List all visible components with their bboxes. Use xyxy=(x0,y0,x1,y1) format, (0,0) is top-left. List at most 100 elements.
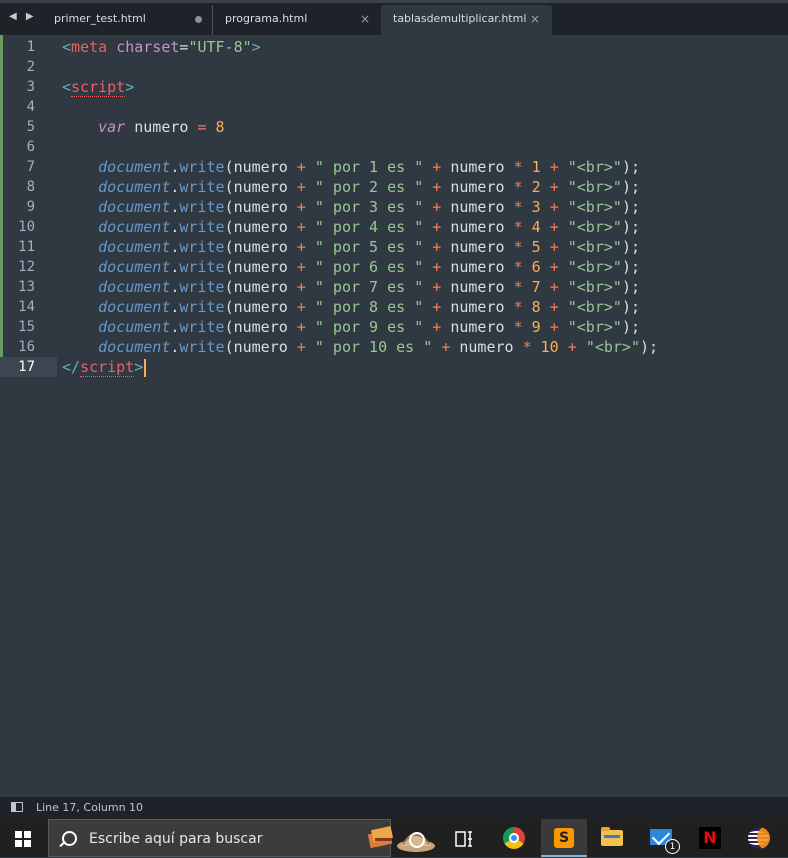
tab-tablasdemultiplicar[interactable]: tablasdemultiplicar.html × xyxy=(381,5,552,35)
token: + xyxy=(432,258,442,276)
token: + xyxy=(432,238,442,256)
token: + xyxy=(432,218,442,236)
eclipse-icon[interactable] xyxy=(748,827,770,849)
token: write xyxy=(179,258,225,276)
token: + xyxy=(549,258,559,276)
taskbar-search-box[interactable]: Escribe aquí para buscar xyxy=(48,819,435,857)
line-number: 1 xyxy=(26,39,35,55)
close-icon[interactable]: × xyxy=(360,5,370,33)
line-number: 9 xyxy=(26,199,35,215)
books-doodle-icon[interactable] xyxy=(367,824,397,852)
code-line-16[interactable]: document.write(numero + " por 10 es " + … xyxy=(62,337,658,357)
token: + xyxy=(549,278,559,296)
token: numero xyxy=(441,318,514,336)
task-view-icon[interactable] xyxy=(455,831,473,847)
token: "<br>" xyxy=(567,198,622,216)
token: + xyxy=(296,238,306,256)
token: * xyxy=(513,298,523,316)
unsaved-dot-icon[interactable] xyxy=(195,5,202,33)
tab-label: programa.html xyxy=(225,12,308,25)
tab-nav-arrows[interactable]: ◀ ▶ xyxy=(9,11,37,22)
token: numero xyxy=(441,178,514,196)
token: * xyxy=(513,318,523,336)
file-explorer-icon[interactable] xyxy=(601,827,623,846)
code-line-11[interactable]: document.write(numero + " por 5 es " + n… xyxy=(62,237,640,257)
tab-programa[interactable]: programa.html × xyxy=(212,5,382,35)
token: + xyxy=(432,158,442,176)
code-line-1[interactable]: <meta charset="UTF-8"> xyxy=(62,37,261,57)
token: document xyxy=(98,318,171,336)
token: (numero xyxy=(224,258,297,276)
token: + xyxy=(296,178,306,196)
token: + xyxy=(296,218,306,236)
token: "<br>" xyxy=(567,278,622,296)
tab-primer-test[interactable]: primer_test.html xyxy=(42,5,214,35)
code-line-17[interactable]: </script> xyxy=(62,357,147,377)
line-number: 13 xyxy=(18,279,35,295)
code-line-5[interactable]: var numero = 8 xyxy=(62,117,224,137)
token: + xyxy=(296,338,306,356)
code-line-13[interactable]: document.write(numero + " por 7 es " + n… xyxy=(62,277,640,297)
sublime-text-icon[interactable]: S xyxy=(554,828,574,848)
token: " por 5 es " xyxy=(314,238,424,256)
code-line-12[interactable]: document.write(numero + " por 6 es " + n… xyxy=(62,257,640,277)
token: document xyxy=(98,178,171,196)
netflix-icon[interactable]: N xyxy=(699,827,721,849)
chrome-icon[interactable] xyxy=(503,827,525,849)
token: ); xyxy=(621,298,640,316)
token: ); xyxy=(621,178,640,196)
token: " por 8 es " xyxy=(314,298,424,316)
line-number: 15 xyxy=(18,319,35,335)
code-line-8[interactable]: document.write(numero + " por 2 es " + n… xyxy=(62,177,640,197)
close-icon[interactable]: × xyxy=(530,5,540,33)
token: * xyxy=(513,238,523,256)
cortana-icon[interactable] xyxy=(409,832,425,848)
token: * xyxy=(522,338,532,356)
line-number: 10 xyxy=(18,219,35,235)
token: numero xyxy=(450,338,523,356)
token: write xyxy=(179,178,225,196)
line-number: 12 xyxy=(18,259,35,275)
token: write xyxy=(179,318,225,336)
token: + xyxy=(296,318,306,336)
token: numero xyxy=(441,218,514,236)
windows-taskbar: Escribe aquí para buscar S 1 N xyxy=(0,819,788,857)
token: "<br>" xyxy=(567,238,622,256)
token: * xyxy=(513,258,523,276)
code-line-3[interactable]: <script> xyxy=(62,77,134,97)
token: " por 10 es " xyxy=(314,338,433,356)
token: + xyxy=(296,298,306,316)
token: "<br>" xyxy=(567,178,622,196)
token: (numero xyxy=(224,238,297,256)
code-line-7[interactable]: document.write(numero + " por 1 es " + n… xyxy=(62,157,640,177)
token: write xyxy=(179,218,225,236)
token: * xyxy=(513,158,523,176)
panel-toggle-icon[interactable] xyxy=(11,802,23,812)
token: 7 xyxy=(531,278,541,296)
token: 1 xyxy=(531,158,541,176)
token: write xyxy=(179,198,225,216)
windows-start-icon[interactable] xyxy=(15,831,31,847)
token: < xyxy=(62,38,72,56)
token: write xyxy=(179,298,225,316)
token: "<br>" xyxy=(567,158,622,176)
cursor-position[interactable]: Line 17, Column 10 xyxy=(36,797,143,819)
token: numero xyxy=(441,158,514,176)
code-editor[interactable]: 1 2 3 4 5 6 7 8 9 10 11 12 13 14 15 16 17 <meta charset=… xyxy=(0,35,788,797)
code-line-15[interactable]: document.write(numero + " por 9 es " + n… xyxy=(62,317,640,337)
code-line-14[interactable]: document.write(numero + " por 8 es " + n… xyxy=(62,297,640,317)
search-icon xyxy=(62,831,77,846)
token: script xyxy=(80,358,135,377)
token: (numero xyxy=(224,218,297,236)
code-line-9[interactable]: document.write(numero + " por 3 es " + n… xyxy=(62,197,640,217)
token: write xyxy=(179,338,225,356)
token: charset xyxy=(116,38,180,56)
text-cursor xyxy=(144,358,147,377)
code-line-10[interactable]: document.write(numero + " por 4 es " + n… xyxy=(62,217,640,237)
token: + xyxy=(549,198,559,216)
token: > xyxy=(134,358,144,376)
token: (numero xyxy=(224,158,297,176)
token: var xyxy=(98,118,126,136)
token: (numero xyxy=(224,178,297,196)
search-placeholder: Escribe aquí para buscar xyxy=(89,831,263,847)
